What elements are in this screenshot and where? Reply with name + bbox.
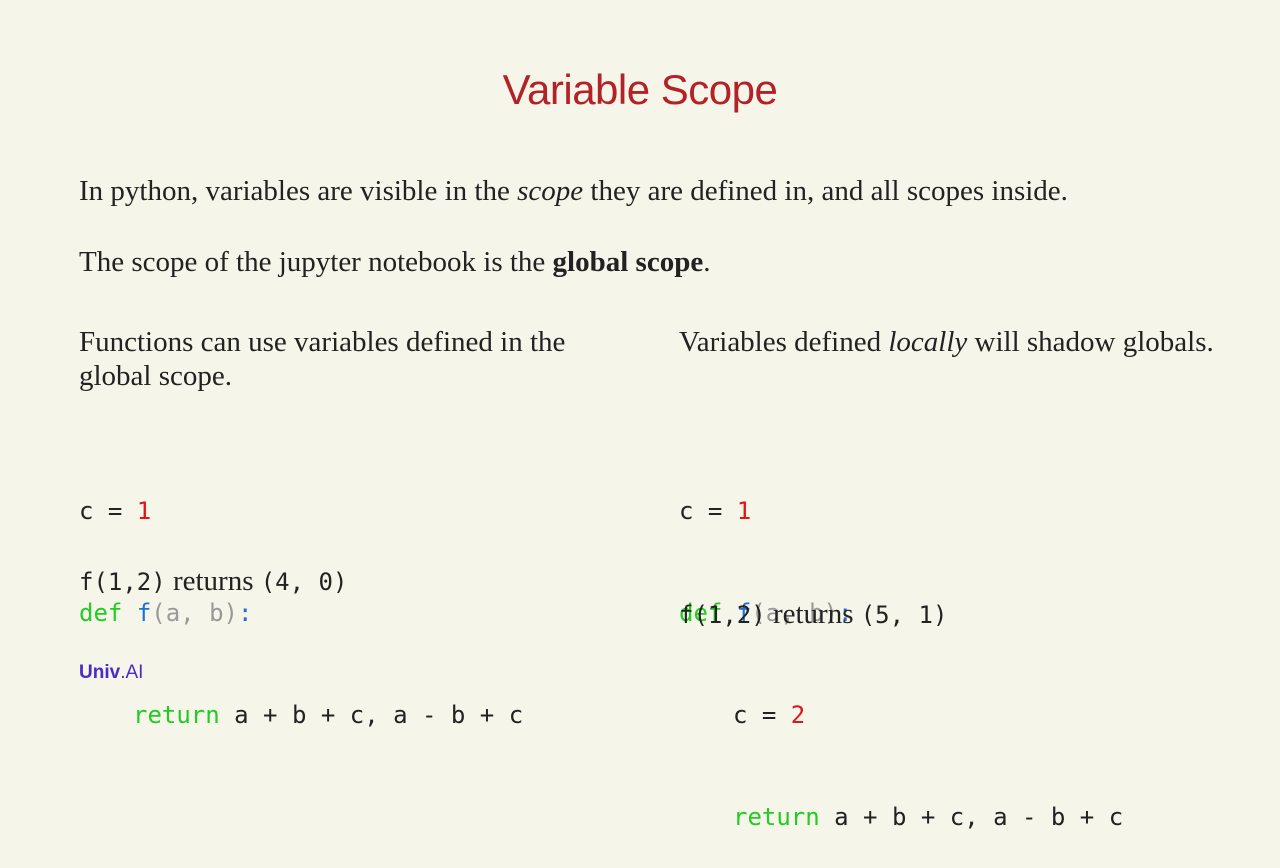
result-value: (4, 0) — [260, 568, 348, 596]
code-keyword-return: return — [733, 803, 820, 831]
intro-part1: In python, variables are visible in the — [79, 175, 518, 207]
code-line: def f(a, b): — [79, 596, 523, 630]
code-var: c = — [733, 701, 791, 729]
code-expression: a + b + c, a - b + c — [219, 701, 524, 729]
code-keyword-def: def — [79, 599, 123, 627]
intro-paragraph: In python, variables are visible in the … — [79, 174, 1068, 208]
right-column-text: Variables defined locally will shadow gl… — [679, 325, 1219, 359]
slide-title: Variable Scope — [502, 66, 778, 113]
scope-italic: scope — [517, 175, 584, 207]
right-result-line: f(1,2) returns (5, 1) — [679, 597, 947, 632]
code-arguments: (a, b) — [151, 599, 238, 627]
global-scope-paragraph: The scope of the jupyter notebook is the… — [79, 245, 710, 279]
code-colon: : — [237, 599, 253, 627]
global-scope-bold: global scope — [552, 246, 704, 278]
univ-ai-logo: Univ.AI — [79, 662, 143, 684]
code-number: 1 — [136, 497, 152, 525]
intro-part2: they are defined in, and all scopes insi… — [583, 175, 1068, 207]
result-word: returns — [765, 598, 861, 630]
right-code-block: c = 1 def f(a, b): c = 2 return a + b + … — [679, 426, 1123, 868]
code-line: c = 1 — [79, 494, 523, 528]
code-number: 1 — [736, 497, 752, 525]
result-word: returns — [165, 565, 261, 597]
code-keyword-return: return — [133, 701, 220, 729]
code-function-name: f — [136, 599, 152, 627]
code-line: c = 1 — [679, 494, 1123, 528]
code-var: c = — [79, 497, 137, 525]
result-call: f(1,2) — [79, 568, 166, 596]
left-column-text: Functions can use variables defined in t… — [79, 326, 566, 392]
result-call: f(1,2) — [679, 601, 766, 629]
locally-italic: locally — [888, 326, 968, 358]
right-text-part2: will shadow globals. — [967, 326, 1214, 358]
global-part1: The scope of the jupyter notebook is the — [79, 246, 553, 278]
right-text-part1: Variables defined — [679, 326, 889, 358]
code-line: return a + b + c, a - b + c — [679, 800, 1123, 834]
logo-bold: Univ — [79, 662, 121, 683]
code-var: c = — [679, 497, 737, 525]
logo-rest: .AI — [120, 662, 144, 683]
global-part2: . — [703, 246, 711, 278]
code-line: c = 2 — [679, 698, 1123, 732]
result-value: (5, 1) — [860, 601, 948, 629]
code-number: 2 — [790, 701, 806, 729]
code-expression: a + b + c, a - b + c — [819, 803, 1124, 831]
left-result-line: f(1,2) returns (4, 0) — [79, 564, 347, 599]
code-line: return a + b + c, a - b + c — [79, 698, 523, 732]
